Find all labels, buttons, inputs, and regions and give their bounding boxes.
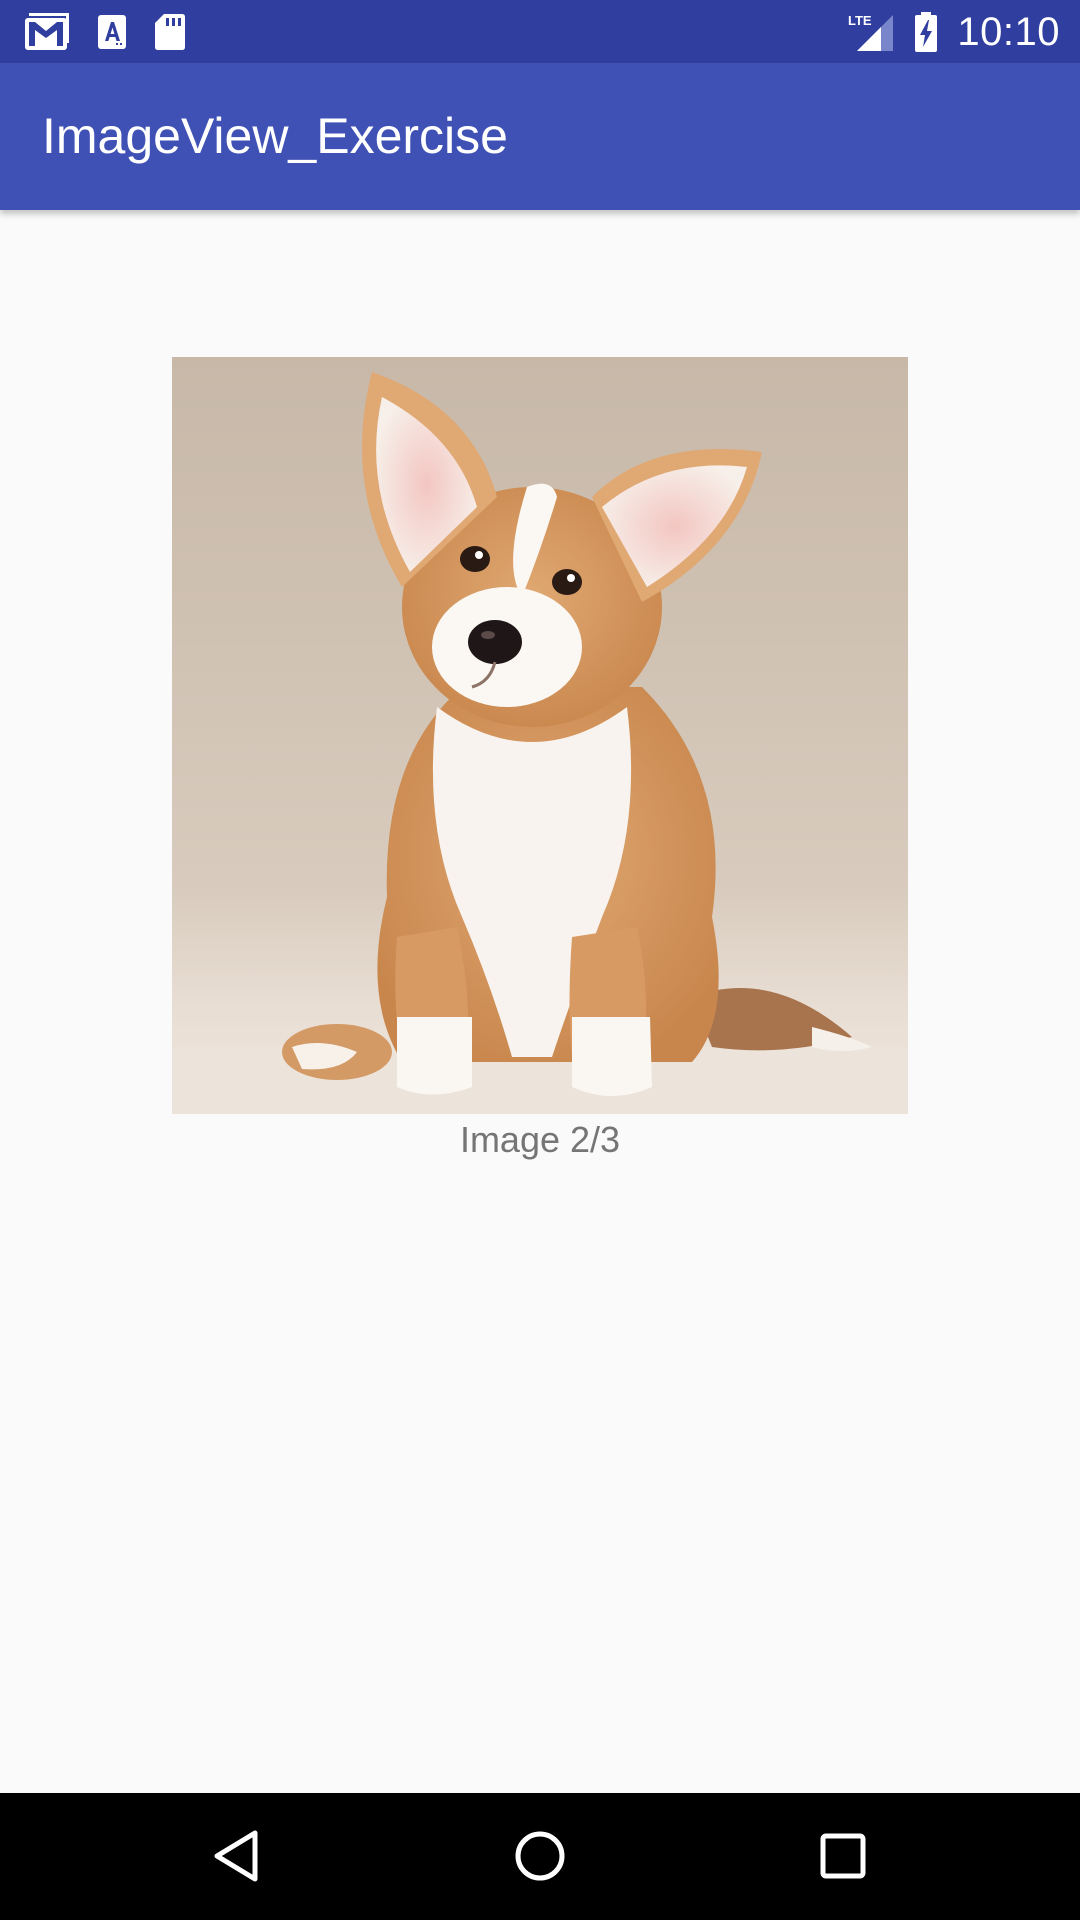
back-icon[interactable] <box>205 1823 271 1889</box>
recents-icon[interactable] <box>810 1823 876 1889</box>
navigation-bar <box>0 1793 1080 1920</box>
notification-icons <box>24 12 186 52</box>
status-bar: LTE 10:10 <box>0 0 1080 63</box>
font-a-icon <box>98 15 126 49</box>
main-content: Image 2/3 <box>0 210 1080 1793</box>
app-bar: ImageView_Exercise <box>0 63 1080 210</box>
battery-charging-icon <box>915 12 938 52</box>
home-icon[interactable] <box>507 1823 573 1889</box>
image-caption: Image 2/3 <box>459 1119 621 1160</box>
app-title: ImageView_Exercise <box>42 108 508 164</box>
corgi-photo <box>172 357 908 1114</box>
lte-signal-icon: LTE <box>848 13 894 51</box>
clock: 10:10 <box>957 9 1060 54</box>
system-icons: LTE 10:10 <box>847 8 1060 56</box>
network-type-label: LTE <box>848 13 872 28</box>
gmail-icon <box>25 13 69 50</box>
sd-card-icon <box>155 14 185 50</box>
